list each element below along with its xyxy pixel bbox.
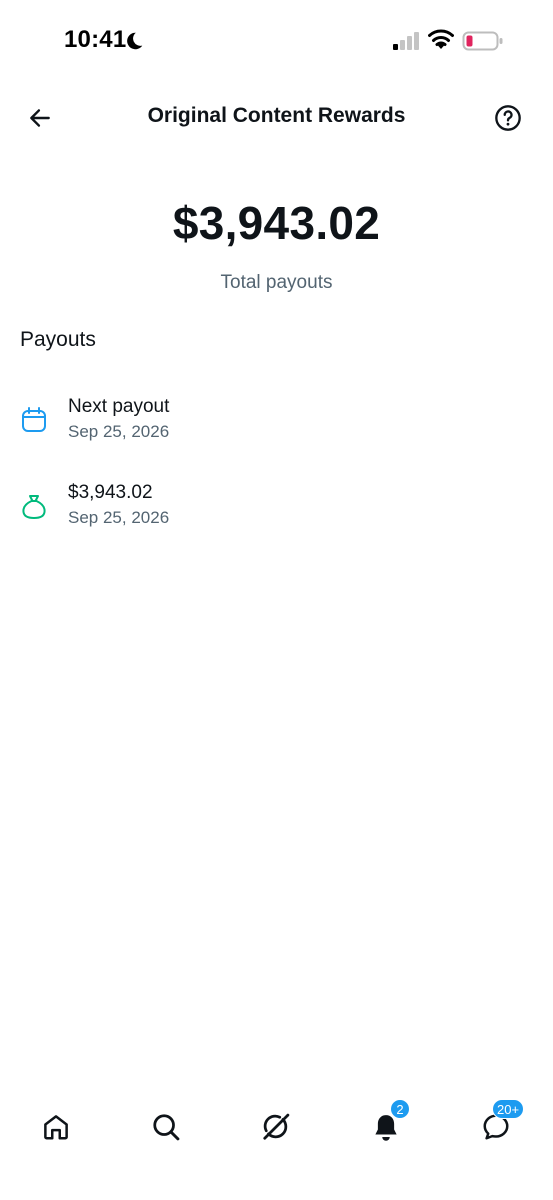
notification-badge: 2 xyxy=(390,1099,410,1119)
payout-date: Sep 25, 2026 xyxy=(68,508,170,527)
list-item-next-payout[interactable]: Next payout Sep 25, 2026 xyxy=(0,388,553,452)
total-payout-label: Total payouts xyxy=(220,272,333,293)
bottom-nav: 2 20+ xyxy=(0,1095,553,1159)
messages-badge: 20+ xyxy=(492,1099,525,1119)
question-circle-icon xyxy=(495,105,521,131)
payout-date: Sep 25, 2026 xyxy=(68,422,170,441)
payout-amount: $3,943.02 xyxy=(68,482,153,503)
section-title-payouts: Payouts xyxy=(20,328,96,351)
nav-home[interactable] xyxy=(38,1109,74,1145)
search-icon xyxy=(153,1114,180,1141)
wifi-icon xyxy=(428,29,454,49)
money-bag-icon xyxy=(22,495,46,519)
total-payout-amount: $3,943.02 xyxy=(172,197,381,249)
list-item-payout[interactable]: $3,943.02 Sep 25, 2026 xyxy=(0,474,553,538)
header: Original Content Rewards xyxy=(0,90,553,146)
nav-messages[interactable]: 20+ xyxy=(478,1099,525,1145)
status-time: 10:41 xyxy=(64,26,127,53)
help-button[interactable] xyxy=(490,100,526,136)
payout-title: Next payout xyxy=(68,396,170,417)
nav-grok[interactable] xyxy=(258,1109,294,1145)
home-icon xyxy=(44,1115,68,1140)
page-title: Original Content Rewards xyxy=(147,104,406,127)
moon-icon xyxy=(127,32,143,50)
nav-search[interactable] xyxy=(148,1109,184,1145)
nav-notifications[interactable]: 2 xyxy=(368,1099,410,1145)
calendar-icon xyxy=(22,407,46,432)
grok-icon xyxy=(263,1113,290,1140)
signal-icon xyxy=(393,32,419,50)
status-bar: 10:41 xyxy=(0,0,553,80)
battery-icon xyxy=(462,31,503,51)
